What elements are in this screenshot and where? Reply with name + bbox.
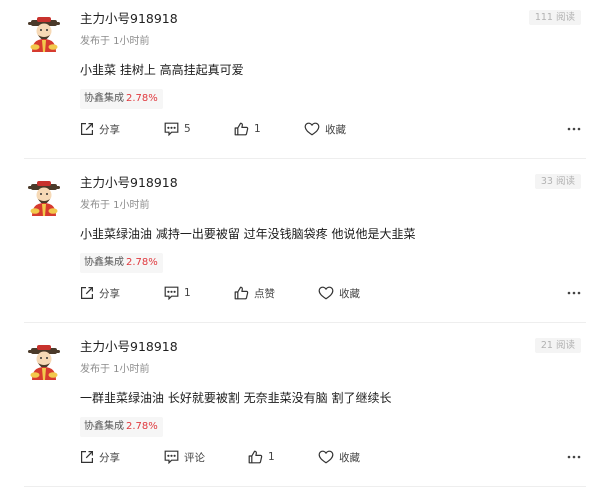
collect-label: 收藏: [339, 287, 360, 300]
avatar[interactable]: [26, 344, 62, 380]
comment-count: 1: [184, 287, 191, 299]
post-time: 发布于 1小时前: [80, 364, 150, 375]
author-name[interactable]: 主力小号918918: [80, 175, 178, 191]
like-count: 1: [268, 451, 275, 463]
comment-icon: [164, 286, 184, 300]
stock-tag[interactable]: 协鑫集成 2.78%: [80, 253, 163, 273]
stock-tag[interactable]: 协鑫集成 2.78%: [80, 89, 163, 109]
stock-name: 协鑫集成: [84, 257, 124, 268]
stock-change: 2.78%: [126, 421, 158, 432]
post-content[interactable]: 小韭菜绿油油 减持一出要被留 过年没钱脑袋疼 他说他是大韭菜: [80, 225, 415, 243]
author-name[interactable]: 主力小号918918: [80, 11, 178, 27]
share-button[interactable]: 分享: [80, 446, 120, 468]
post-content[interactable]: 小韭菜 挂树上 高高挂起真可爱: [80, 61, 244, 79]
like-icon: [234, 122, 254, 136]
collect-icon: [318, 286, 339, 300]
share-icon: [80, 450, 99, 464]
collect-icon: [304, 122, 325, 136]
more-icon[interactable]: [567, 452, 581, 462]
comment-button[interactable]: 5: [164, 118, 191, 140]
comment-button[interactable]: 1: [164, 282, 191, 304]
share-icon: [80, 122, 99, 136]
collect-button[interactable]: 收藏: [318, 446, 360, 468]
more-icon[interactable]: [567, 124, 581, 134]
comment-icon: [164, 450, 184, 464]
post-card: 主力小号918918 发布于 1小时前 111 阅读 小韭菜 挂树上 高高挂起真…: [0, 0, 589, 164]
share-button[interactable]: 分享: [80, 282, 120, 304]
more-icon[interactable]: [567, 288, 581, 298]
share-label: 分享: [99, 287, 120, 300]
stock-change: 2.78%: [126, 257, 158, 268]
post-divider: [24, 322, 586, 323]
comment-count: 5: [184, 123, 191, 135]
post-content[interactable]: 一群韭菜绿油油 长好就要被割 无奈韭菜没有脑 割了继续长: [80, 389, 391, 407]
read-count-badge: 111 阅读: [528, 10, 581, 25]
like-icon: [248, 450, 268, 464]
post-card: 主力小号918918 发布于 1小时前 21 阅读 一群韭菜绿油油 长好就要被割…: [0, 328, 589, 492]
comment-icon: [164, 122, 184, 136]
avatar[interactable]: [26, 16, 62, 52]
stock-name: 协鑫集成: [84, 421, 124, 432]
stock-change: 2.78%: [126, 93, 158, 104]
share-label: 分享: [99, 451, 120, 464]
post-divider: [24, 158, 586, 159]
post-card: 主力小号918918 发布于 1小时前 33 阅读 小韭菜绿油油 减持一出要被留…: [0, 164, 589, 328]
read-count-badge: 33 阅读: [534, 174, 581, 189]
stock-name: 协鑫集成: [84, 93, 124, 104]
like-label: 点赞: [254, 287, 275, 300]
collect-button[interactable]: 收藏: [304, 118, 346, 140]
like-button[interactable]: 1: [234, 118, 261, 140]
post-time: 发布于 1小时前: [80, 200, 150, 211]
share-button[interactable]: 分享: [80, 118, 120, 140]
collect-label: 收藏: [339, 451, 360, 464]
author-name[interactable]: 主力小号918918: [80, 339, 178, 355]
share-icon: [80, 286, 99, 300]
post-time: 发布于 1小时前: [80, 36, 150, 47]
like-icon: [234, 286, 254, 300]
like-button[interactable]: 1: [248, 446, 275, 468]
like-button[interactable]: 点赞: [234, 282, 275, 304]
comment-label: 评论: [184, 451, 205, 464]
collect-icon: [318, 450, 339, 464]
collect-label: 收藏: [325, 123, 346, 136]
post-feed: 主力小号918918 发布于 1小时前 111 阅读 小韭菜 挂树上 高高挂起真…: [0, 0, 589, 500]
comment-button[interactable]: 评论: [164, 446, 205, 468]
share-label: 分享: [99, 123, 120, 136]
read-count-badge: 21 阅读: [534, 338, 581, 353]
stock-tag[interactable]: 协鑫集成 2.78%: [80, 417, 163, 437]
avatar[interactable]: [26, 180, 62, 216]
collect-button[interactable]: 收藏: [318, 282, 360, 304]
post-divider: [24, 486, 586, 487]
like-count: 1: [254, 123, 261, 135]
